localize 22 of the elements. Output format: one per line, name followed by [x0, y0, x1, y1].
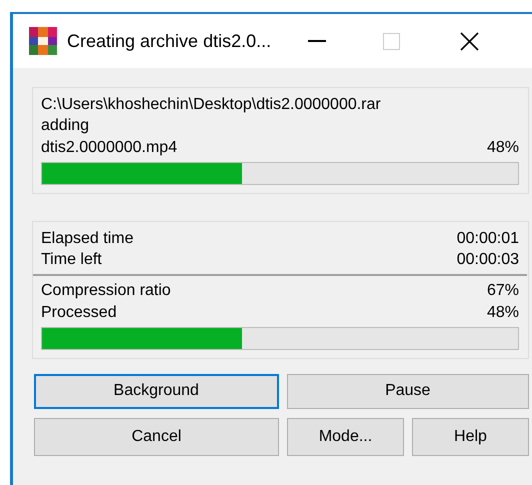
dialog-button[interactable]: Background	[34, 374, 278, 409]
percent-value: 48%	[486, 138, 519, 158]
minimize-icon[interactable]	[308, 40, 326, 42]
stat-value: 00:00:03	[456, 250, 519, 270]
dialog-button[interactable]: Cancel	[34, 418, 279, 456]
stat-label: Time left	[41, 250, 102, 270]
app-icon	[29, 27, 57, 55]
stat-label: Elapsed time	[41, 228, 134, 249]
action-label: adding	[41, 116, 90, 136]
stat-value: 48%	[486, 302, 519, 323]
file-name: dtis2.0000000.mp4	[41, 138, 178, 158]
close-icon[interactable]	[460, 32, 478, 50]
stat-label: Compression ratio	[41, 281, 171, 302]
stat-label: Processed	[41, 302, 117, 323]
dialog-button[interactable]: Pause	[286, 374, 529, 409]
archive-path: C:\Users\khoshechin\Desktop\dtis2.0000000.rar	[41, 95, 381, 115]
dialog-button[interactable]: Mode...	[287, 418, 404, 456]
stat-value: 00:00:01	[456, 228, 519, 249]
stat-value: 67%	[486, 281, 519, 302]
window-title: Creating archive dtis2.0...	[67, 30, 272, 53]
dialog-button[interactable]: Help	[412, 418, 529, 456]
maximize-icon[interactable]	[382, 32, 400, 50]
